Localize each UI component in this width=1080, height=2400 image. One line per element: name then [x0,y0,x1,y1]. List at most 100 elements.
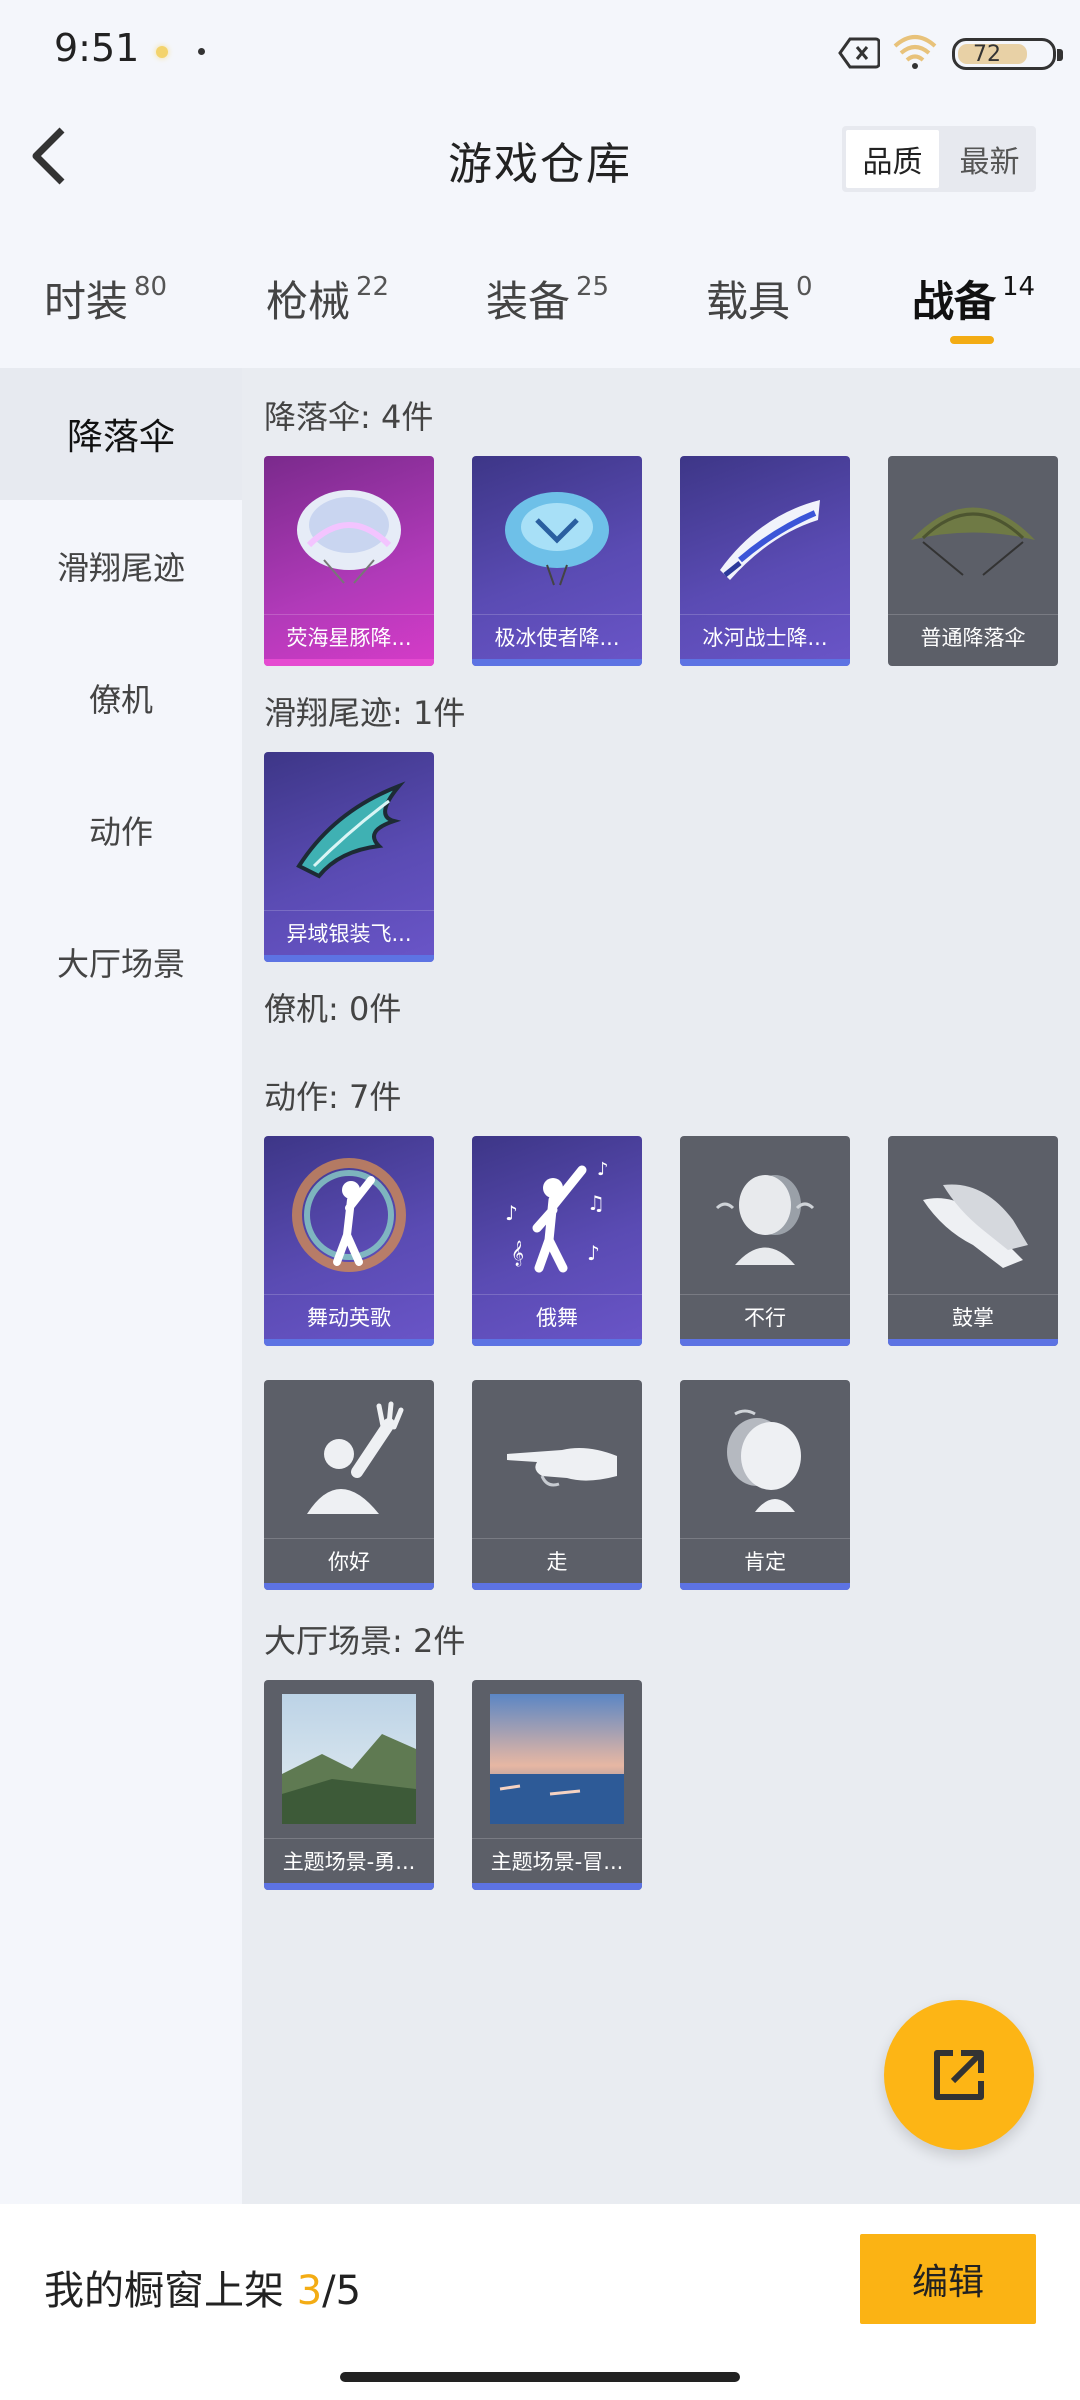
sort-newest-button[interactable]: 最新 [943,126,1036,192]
bottom-bar: 我的橱窗上架 3/5 编辑 [0,2204,1080,2400]
rarity-bar [888,1339,1058,1346]
item-card[interactable]: 冰河战士降... [680,456,850,666]
item-card[interactable]: 主题场景-冒... [472,1680,642,1890]
svg-text:♪: ♪ [587,1241,600,1265]
tab-label: 战备 [912,277,997,326]
point-emote-icon [472,1380,642,1538]
sea-scene-icon [472,1680,642,1838]
section-title-lobby: 大厅场景: 2件 [264,1622,466,1660]
section-title-emote: 动作: 7件 [264,1078,402,1116]
rarity-bar [680,1583,850,1590]
item-name: 舞动英歌 [264,1294,434,1338]
item-name: 荧海星豚降... [264,614,434,658]
tab-count: 22 [356,272,390,302]
item-name: 你好 [264,1538,434,1582]
section-title-wingman: 僚机: 0件 [264,990,402,1028]
rarity-bar [472,1339,642,1346]
item-name: 普通降落伞 [888,614,1058,658]
section-title-parachute: 降落伞: 4件 [264,398,434,436]
item-card[interactable]: 荧海星豚降... [264,456,434,666]
svg-text:♪: ♪ [505,1201,518,1225]
parachute-ice-icon [472,456,642,614]
sidebar-item-wingman[interactable]: 僚机 [0,632,242,764]
rarity-bar [472,1883,642,1890]
parachute-glider-icon [680,456,850,614]
battery-icon: 72 [952,38,1063,70]
item-name: 不行 [680,1294,850,1338]
weather-icon [156,46,168,58]
rarity-bar [264,1339,434,1346]
tab-vehicles[interactable]: 载具 0 [706,268,813,329]
parachute-jellyfish-icon [264,456,434,614]
showcase-status: 我的橱窗上架 3/5 [44,2258,361,2316]
status-bar: 9:51 72 [0,0,1080,104]
item-card[interactable]: 肯定 [680,1380,850,1590]
item-card[interactable]: 异域银装飞... [264,752,434,962]
tab-count: 0 [796,272,813,302]
item-card[interactable]: 普通降落伞 [888,456,1058,666]
item-card[interactable]: 主题场景-勇... [264,1680,434,1890]
svg-text:♪: ♪ [597,1159,609,1180]
item-name: 异域银装飞... [264,910,434,954]
item-card[interactable]: 不行 [680,1136,850,1346]
rarity-bar [472,659,642,666]
item-card[interactable]: 鼓掌 [888,1136,1058,1346]
item-name: 肯定 [680,1538,850,1582]
tab-count: 14 [1002,272,1036,302]
item-name: 走 [472,1538,642,1582]
sidebar-item-emote[interactable]: 动作 [0,764,242,896]
tab-equipment[interactable]: 装备 25 [486,268,609,329]
sidebar-item-trail[interactable]: 滑翔尾迹 [0,500,242,632]
tab-label: 枪械 [266,277,351,326]
status-time: 9:51 [54,26,140,70]
sort-quality-button[interactable]: 品质 [846,130,939,188]
tab-label: 时装 [44,277,129,326]
sidebar-item-parachute[interactable]: 降落伞 [0,368,242,500]
item-card[interactable]: ♪ ♫ ♪ ♪ 𝄞 俄舞 [472,1136,642,1346]
edit-button[interactable]: 编辑 [860,2234,1036,2324]
item-card[interactable]: 你好 [264,1380,434,1590]
wifi-icon [893,35,937,69]
rarity-bar [680,1339,850,1346]
rarity-bar [264,1583,434,1590]
item-card[interactable]: 走 [472,1380,642,1590]
tab-fashion[interactable]: 时装 80 [44,268,167,329]
sidebar-item-lobby[interactable]: 大厅场景 [0,896,242,1028]
head-shake-emote-icon [680,1136,850,1294]
tab-count: 80 [134,272,168,302]
russian-dance-emote-icon: ♪ ♫ ♪ ♪ 𝄞 [472,1136,642,1294]
battery-text: 72 [973,41,1001,67]
home-indicator[interactable] [340,2372,740,2382]
battery-nub [1057,49,1063,61]
item-name: 俄舞 [472,1294,642,1338]
rarity-bar [264,955,434,962]
clap-emote-icon [888,1136,1058,1294]
sidebar: 降落伞 滑翔尾迹 僚机 动作 大厅场景 [0,368,242,2204]
svg-text:𝄞: 𝄞 [511,1240,524,1266]
item-name: 极冰使者降... [472,614,642,658]
active-tab-indicator [950,336,994,344]
item-name: 鼓掌 [888,1294,1058,1338]
share-icon [934,2050,984,2100]
share-fab[interactable] [884,2000,1034,2150]
tab-count: 25 [576,272,610,302]
rarity-bar [264,659,434,666]
item-name: 冰河战士降... [680,614,850,658]
sim-error-icon [838,37,880,69]
nod-emote-icon [680,1380,850,1538]
rarity-bar [680,659,850,666]
category-tabs: 时装 80 枪械 22 装备 25 载具 0 战备 14 [0,244,1080,354]
rarity-bar [264,1883,434,1890]
item-grid: 降落伞: 4件 荧海星豚降... 极冰使者降... 冰河战士降... 普通降落伞… [242,368,1080,2204]
tab-label: 载具 [706,277,791,326]
item-card[interactable]: 极冰使者降... [472,456,642,666]
app-header: 游戏仓库 品质 最新 [0,104,1080,208]
tab-firearms[interactable]: 枪械 22 [266,268,389,329]
showcase-label: 我的橱窗上架 [44,2268,297,2314]
trail-wing-icon [264,752,434,910]
tab-battle-prep[interactable]: 战备 14 [912,268,1035,329]
tab-label: 装备 [486,277,571,326]
item-card[interactable]: 舞动英歌 [264,1136,434,1346]
item-name: 主题场景-冒... [472,1838,642,1882]
dance-emote-icon [264,1136,434,1294]
